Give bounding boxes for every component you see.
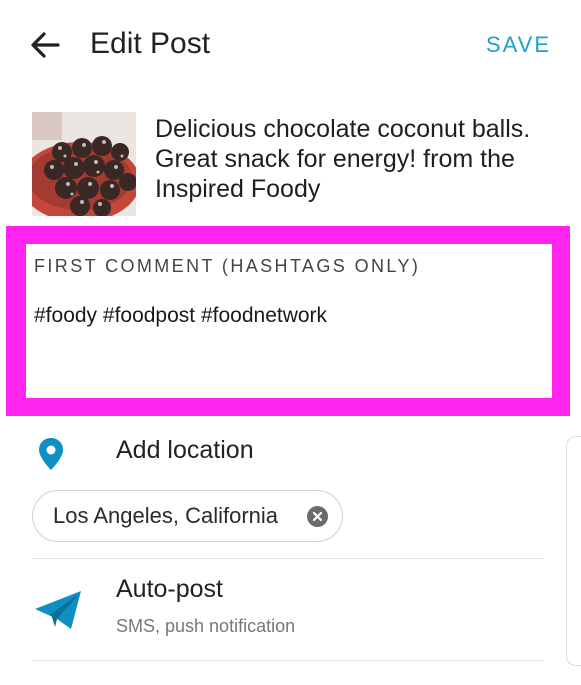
app-header: Edit Post SAVE bbox=[0, 0, 581, 90]
side-panel-edge bbox=[566, 436, 581, 666]
paper-plane-icon bbox=[35, 591, 81, 629]
location-chip[interactable]: Los Angeles, California bbox=[32, 490, 343, 542]
first-comment-label: FIRST COMMENT (HASHTAGS ONLY) bbox=[34, 256, 421, 276]
first-comment-text[interactable]: #foody #foodpost #foodnetwork bbox=[34, 304, 327, 328]
location-chip-text: Los Angeles, California bbox=[53, 503, 279, 528]
auto-post-label[interactable]: Auto-post bbox=[116, 575, 223, 604]
location-pin-icon bbox=[39, 438, 63, 470]
highlight-frame: FIRST COMMENT (HASHTAGS ONLY) #foody #fo… bbox=[6, 226, 570, 416]
add-location-label[interactable]: Add location bbox=[116, 436, 254, 465]
divider bbox=[32, 558, 544, 559]
post-preview: Delicious chocolate coconut balls. Great… bbox=[32, 110, 552, 220]
close-circle-icon[interactable] bbox=[307, 506, 328, 527]
divider bbox=[32, 660, 544, 661]
post-caption: Delicious chocolate coconut balls. Great… bbox=[155, 115, 531, 203]
back-arrow-icon[interactable] bbox=[28, 28, 62, 62]
auto-post-subtitle: SMS, push notification bbox=[116, 616, 296, 636]
page-title: Edit Post bbox=[90, 27, 211, 60]
post-thumbnail bbox=[32, 112, 136, 216]
first-comment-field[interactable]: FIRST COMMENT (HASHTAGS ONLY) #foody #fo… bbox=[26, 244, 552, 398]
save-button[interactable]: SAVE bbox=[486, 32, 551, 58]
